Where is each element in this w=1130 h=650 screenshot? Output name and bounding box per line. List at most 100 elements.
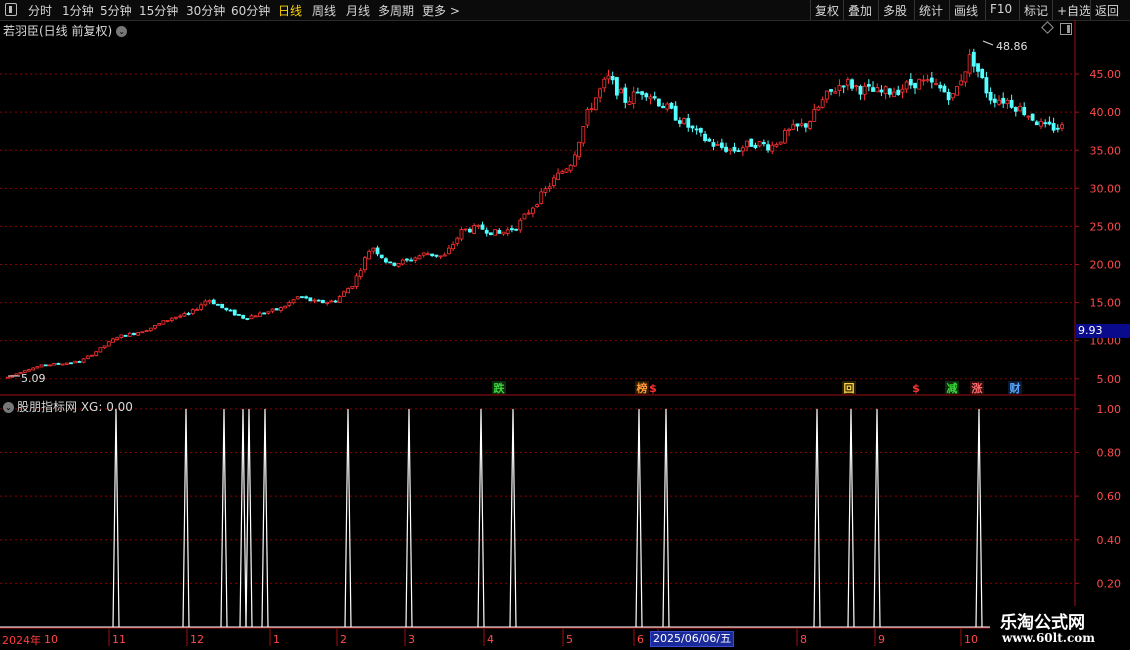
candle-body xyxy=(165,320,170,322)
candle-body xyxy=(434,254,439,257)
indicator-y-tick-label: 0.40 xyxy=(1097,534,1122,547)
xg-signal-spike xyxy=(220,408,228,628)
x-tick-label: 11 xyxy=(112,633,126,646)
candle-body xyxy=(186,313,191,315)
candle-body xyxy=(908,79,913,86)
candle-body xyxy=(123,334,128,337)
candle-body xyxy=(1005,99,1010,105)
candle-body xyxy=(997,99,1001,105)
candle-body xyxy=(510,228,514,231)
xg-signal-spike xyxy=(847,408,855,628)
candle-body xyxy=(1047,121,1052,125)
candle-body xyxy=(934,83,938,85)
xg-signal-spike xyxy=(261,408,269,628)
x-tick-label: 10 xyxy=(44,633,58,646)
candle-body xyxy=(715,144,720,146)
candle-body xyxy=(262,312,267,315)
candle-body xyxy=(673,105,678,121)
candle-body xyxy=(858,85,863,95)
candle-body xyxy=(766,144,770,151)
candle-body xyxy=(732,146,737,152)
candle-body xyxy=(619,88,623,94)
candle-body xyxy=(749,138,754,147)
candle-body xyxy=(447,247,451,255)
candle-body xyxy=(711,142,716,147)
candle-body xyxy=(400,259,405,265)
candle-body xyxy=(896,89,901,95)
candle-body xyxy=(77,361,82,363)
candle-body xyxy=(917,78,922,90)
xg-signal-spike xyxy=(873,408,881,628)
candle-body xyxy=(808,121,812,129)
chevron-down-icon[interactable]: ⌄ xyxy=(3,402,14,413)
candle-body xyxy=(514,228,519,231)
candle-body xyxy=(493,229,498,236)
candle-body xyxy=(787,128,791,131)
xg-signal-spike xyxy=(662,408,670,628)
xg-signal-spike xyxy=(239,408,247,628)
watermark-url: www.60lt.com xyxy=(1002,631,1095,645)
candle-body xyxy=(543,188,548,193)
candle-body xyxy=(220,303,225,309)
candle-body xyxy=(971,51,976,67)
candle-body xyxy=(476,224,481,227)
event-marker: 财 xyxy=(1009,381,1021,395)
candle-body xyxy=(774,144,779,147)
candle-body xyxy=(724,146,728,152)
indicator-title: ⌄ 股朋指标网 XG: 0.00 xyxy=(3,398,133,415)
candle-body xyxy=(14,373,19,376)
candle-body xyxy=(1013,107,1018,112)
candle-body xyxy=(631,91,636,104)
candle-body xyxy=(829,89,833,92)
candle-body xyxy=(379,254,384,259)
candle-body xyxy=(195,309,199,311)
candle-body xyxy=(581,126,586,144)
candle-body xyxy=(48,364,52,367)
xg-signal-spike xyxy=(975,408,983,628)
candle-body xyxy=(913,82,917,89)
xg-signal-spike xyxy=(635,408,643,628)
candle-body xyxy=(694,128,699,131)
candle-body xyxy=(253,315,258,318)
candle-body xyxy=(799,123,804,126)
candle-body xyxy=(644,93,649,98)
x-tick-label: 1 xyxy=(273,633,280,646)
candle-body xyxy=(451,244,456,250)
candle-body xyxy=(459,229,464,240)
candle-body xyxy=(52,363,57,366)
candle-body xyxy=(824,90,829,100)
candle-body xyxy=(207,299,212,303)
xg-signal-spike xyxy=(813,408,821,628)
candle-body xyxy=(468,228,472,233)
candle-body xyxy=(871,87,875,92)
candle-body xyxy=(211,299,216,305)
event-marker: 跌 xyxy=(494,381,506,395)
candle-body xyxy=(169,317,174,321)
candle-body xyxy=(602,78,607,89)
candle-body xyxy=(371,247,376,252)
candle-body xyxy=(589,108,594,110)
candle-body xyxy=(27,369,31,372)
candle-body xyxy=(73,360,78,364)
indicator-y-tick-label: 0.80 xyxy=(1097,447,1122,460)
candle-body xyxy=(421,252,426,256)
candle-body xyxy=(883,86,888,94)
x-tick-label: 5 xyxy=(566,633,573,646)
candle-body xyxy=(929,77,934,83)
candle-body xyxy=(396,263,401,267)
candle-body xyxy=(325,301,330,304)
candle-body xyxy=(1001,97,1006,104)
candle-body xyxy=(39,364,44,368)
candle-body xyxy=(241,314,246,319)
candle-body xyxy=(585,109,590,126)
event-marker: 回 xyxy=(844,381,855,395)
event-marker: 涨 xyxy=(972,381,983,395)
candle-body xyxy=(812,109,817,122)
candle-body xyxy=(782,130,787,144)
candle-body xyxy=(140,331,145,334)
x-tick-label: 2 xyxy=(340,633,347,646)
candle-body xyxy=(316,299,321,302)
candle-body xyxy=(648,96,653,100)
candle-body xyxy=(921,79,926,82)
candle-body xyxy=(409,259,414,262)
